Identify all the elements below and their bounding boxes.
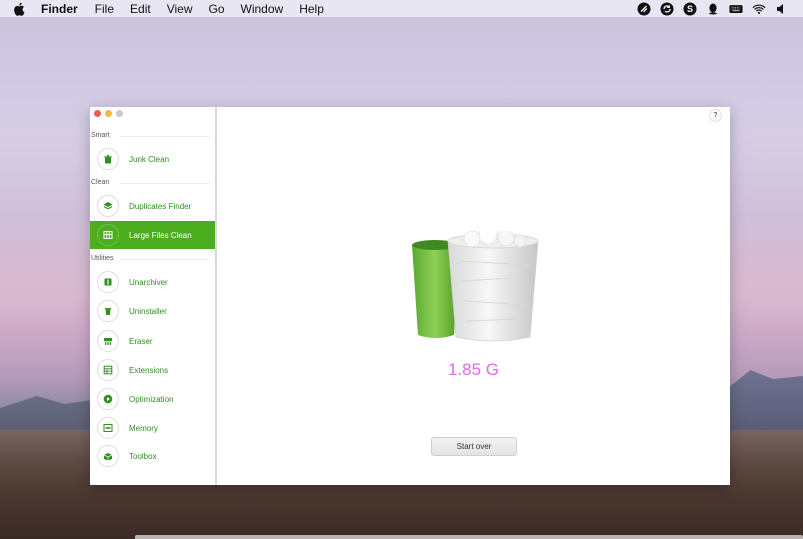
keyboard-icon[interactable] bbox=[729, 2, 743, 16]
menu-file[interactable]: File bbox=[95, 2, 114, 16]
apple-menu-icon[interactable] bbox=[13, 2, 27, 16]
sidebar-item-toolbox[interactable]: Toolbox bbox=[90, 442, 215, 470]
wallpaper-ridge-left bbox=[0, 396, 92, 432]
start-over-button[interactable]: Start over bbox=[431, 437, 517, 456]
help-button[interactable]: ? bbox=[709, 109, 722, 122]
wallpaper-ridge-right bbox=[728, 370, 803, 430]
menu-edit[interactable]: Edit bbox=[130, 2, 151, 16]
sidebar-item-label: Large Files Clean bbox=[129, 230, 192, 240]
shredder-icon bbox=[97, 330, 119, 352]
cleaner-window: Smart Junk Clean Clean Duplicates Finder… bbox=[90, 107, 730, 485]
trash-bin-icon bbox=[97, 148, 119, 170]
menu-window[interactable]: Window bbox=[241, 2, 284, 16]
status-area: S bbox=[637, 2, 789, 16]
sidebar-item-large-files-clean[interactable]: Large Files Clean bbox=[90, 221, 215, 249]
sidebar-item-junk-clean[interactable]: Junk Clean bbox=[90, 145, 215, 173]
section-label-utilities: Utilities bbox=[91, 255, 114, 262]
memory-icon bbox=[97, 417, 119, 439]
archive-icon bbox=[97, 271, 119, 293]
section-divider bbox=[120, 183, 209, 184]
cleaned-size-value: 1.85 G bbox=[447, 360, 500, 379]
sidebar-item-label: Memory bbox=[129, 423, 158, 433]
svg-text:S: S bbox=[687, 4, 693, 14]
cleaner-app-icon[interactable] bbox=[637, 2, 651, 16]
sidebar-item-label: Toolbox bbox=[129, 451, 157, 461]
sidebar-item-label: Extensions bbox=[129, 365, 169, 375]
close-button[interactable] bbox=[94, 110, 101, 117]
sidebar-item-label: Duplicates Finder bbox=[129, 201, 192, 211]
sidebar-item-label: Uninstaller bbox=[129, 306, 167, 316]
volume-icon[interactable] bbox=[775, 2, 789, 16]
section-divider bbox=[120, 136, 209, 137]
qq-icon[interactable] bbox=[706, 2, 720, 16]
sidebar-item-eraser[interactable]: Eraser bbox=[90, 327, 215, 355]
menu-view[interactable]: View bbox=[167, 2, 193, 16]
sync-icon[interactable] bbox=[660, 2, 674, 16]
sidebar-item-optimization[interactable]: Optimization bbox=[90, 385, 215, 413]
extensions-icon bbox=[97, 359, 119, 381]
sidebar-item-duplicates-finder[interactable]: Duplicates Finder bbox=[90, 192, 215, 220]
sidebar-item-extensions[interactable]: Extensions bbox=[90, 356, 215, 384]
section-label-smart: Smart bbox=[91, 132, 110, 139]
main-panel: ? 1.85 G Start over bbox=[217, 107, 730, 485]
section-divider bbox=[120, 259, 209, 260]
sidebar-item-unarchiver[interactable]: Unarchiver bbox=[90, 268, 215, 296]
sidebar-item-label: Eraser bbox=[129, 336, 153, 346]
sidebar: Smart Junk Clean Clean Duplicates Finder… bbox=[90, 107, 217, 485]
menu-go[interactable]: Go bbox=[209, 2, 225, 16]
layers-icon bbox=[97, 195, 119, 217]
sidebar-item-label: Unarchiver bbox=[129, 277, 168, 287]
skype-icon[interactable]: S bbox=[683, 2, 697, 16]
toolbox-icon bbox=[97, 445, 119, 467]
sidebar-item-label: Optimization bbox=[129, 394, 174, 404]
app-name-finder[interactable]: Finder bbox=[41, 2, 78, 16]
large-files-icon bbox=[97, 224, 119, 246]
zoom-button[interactable] bbox=[116, 110, 123, 117]
dock-edge bbox=[135, 535, 803, 539]
sidebar-item-memory[interactable]: Memory bbox=[90, 414, 215, 442]
play-icon bbox=[97, 388, 119, 410]
sidebar-item-uninstaller[interactable]: Uninstaller bbox=[90, 297, 215, 325]
menu-bar: Finder File Edit View Go Window Help S bbox=[0, 0, 803, 17]
window-controls bbox=[94, 110, 123, 117]
section-label-clean: Clean bbox=[91, 179, 110, 186]
sidebar-item-label: Junk Clean bbox=[129, 154, 170, 164]
minimize-button[interactable] bbox=[105, 110, 112, 117]
menu-help[interactable]: Help bbox=[299, 2, 324, 16]
uninstall-icon bbox=[97, 300, 119, 322]
wifi-icon[interactable] bbox=[752, 2, 766, 16]
trash-bins-illustration bbox=[412, 231, 539, 342]
